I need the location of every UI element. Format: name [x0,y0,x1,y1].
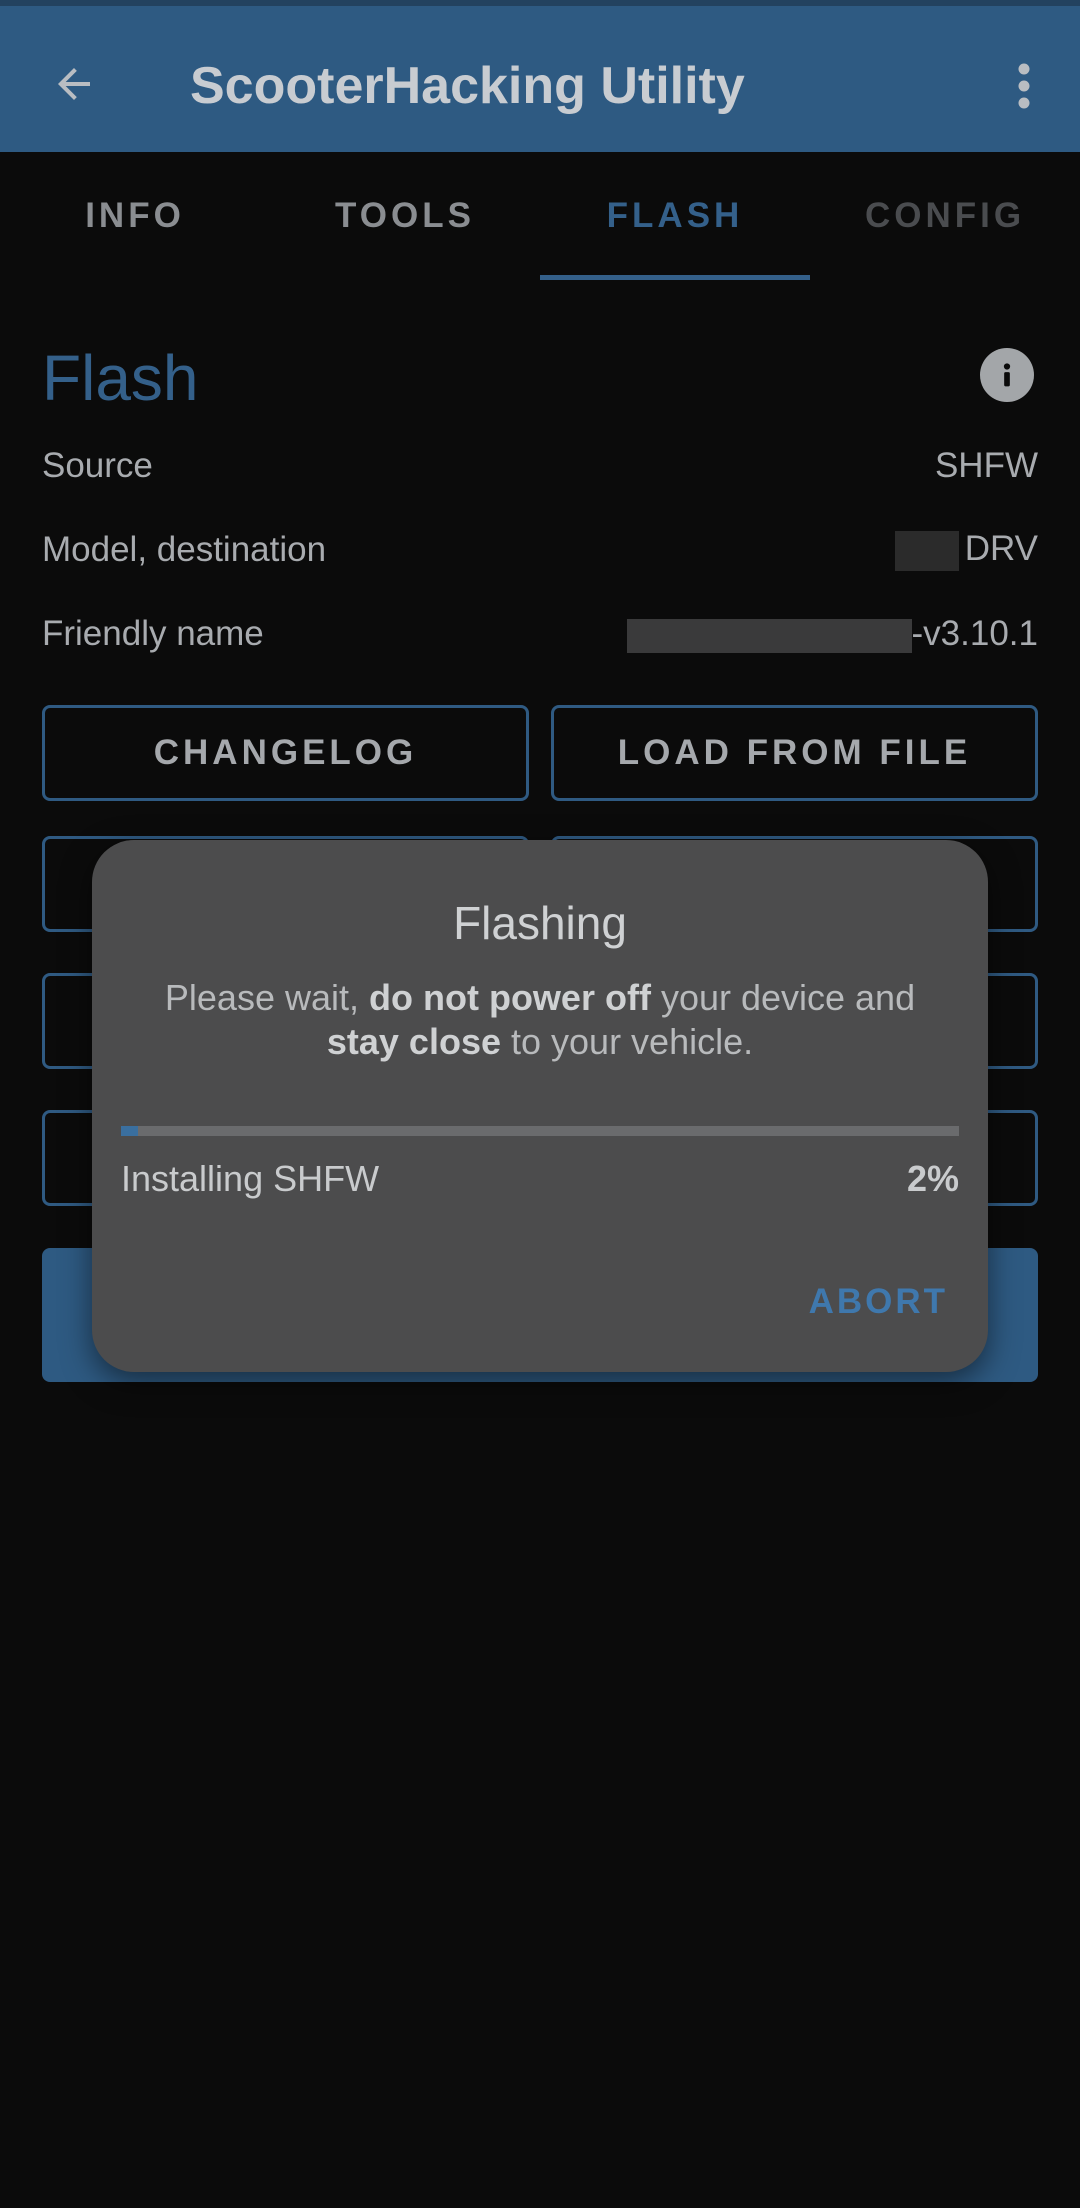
progress-percent: 2% [906,1158,959,1199]
source-row: Source SHFW [42,441,1038,491]
redacted-block [626,618,912,653]
flashing-dialog: Flashing Please wait, do not power off y… [92,840,988,1372]
model-label: Model, destination [42,530,327,569]
message-bold-text: do not power off [369,977,651,1018]
model-row: Model, destination DRV [42,525,1038,575]
source-value: SHFW [934,446,1038,485]
changelog-button[interactable]: CHANGELOG [42,705,529,801]
abort-button[interactable]: ABORT [809,1282,948,1322]
tab-config[interactable]: CONFIG [810,152,1080,280]
tab-flash[interactable]: FLASH [540,152,810,280]
dialog-message: Please wait, do not power off your devic… [152,976,928,1064]
message-text: your device and [650,977,916,1018]
model-value: DRV [964,529,1038,569]
app-bar: ScooterHacking Utility [0,0,1080,152]
info-icon[interactable] [980,348,1034,402]
message-bold-text: stay close [326,1021,501,1062]
friendly-name-row: Friendly name -v3.10.1 [42,609,1038,659]
redacted-block [894,530,959,571]
message-text: Please wait, [164,977,369,1018]
source-label: Source [42,446,153,485]
progress-status: Installing SHFW [121,1158,380,1199]
tab-tools[interactable]: TOOLS [270,152,540,280]
friendly-name-value: -v3.10.1 [911,614,1038,653]
arrow-left-icon[interactable] [44,54,104,114]
progress-bar [121,1126,959,1136]
tab-info[interactable]: INFO [0,152,270,280]
progress-fill [121,1126,138,1136]
app-title: ScooterHacking Utility [190,57,745,115]
load-from-file-button[interactable]: LOAD FROM FILE [551,705,1038,801]
dialog-title: Flashing [453,897,627,949]
message-text: to your vehicle. [501,1021,754,1062]
friendly-name-value-wrap: -v3.10.1 [626,614,1038,654]
section-title: Flash [42,342,199,414]
more-vertical-icon[interactable] [1000,54,1048,118]
model-value-wrap: DRV [894,529,1038,571]
friendly-name-label: Friendly name [42,614,264,653]
tab-bar: INFO TOOLS FLASH CONFIG [0,152,1080,280]
